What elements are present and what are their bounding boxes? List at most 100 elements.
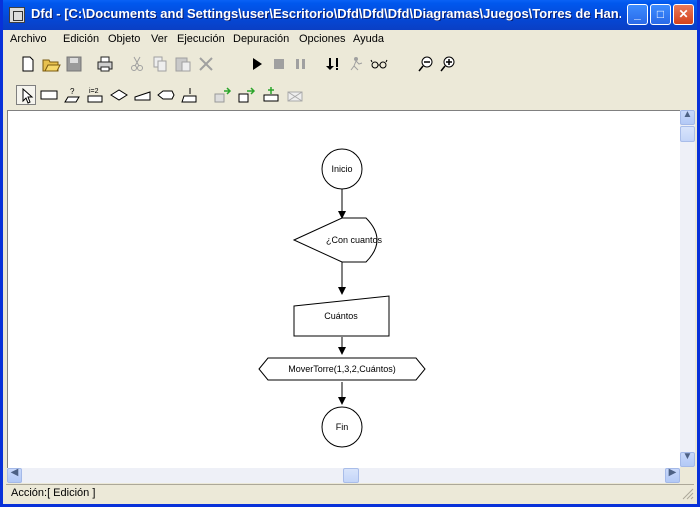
menu-opciones[interactable]: Opciones bbox=[299, 33, 345, 45]
close-icon: ✕ bbox=[678, 7, 689, 21]
delete-button[interactable] bbox=[196, 54, 216, 74]
window-title: Dfd - [C:\Documents and Settings\user\Es… bbox=[31, 6, 621, 21]
subprogram-new-button[interactable] bbox=[261, 85, 281, 105]
watch-button[interactable] bbox=[369, 54, 389, 74]
copy-icon bbox=[153, 56, 167, 72]
minimize-icon: _ bbox=[634, 7, 641, 21]
cycle-button[interactable] bbox=[39, 85, 59, 105]
save-button[interactable] bbox=[64, 54, 84, 74]
menu-ayuda[interactable]: Ayuda bbox=[353, 33, 384, 45]
chevron-left-icon: ◀ bbox=[10, 467, 19, 478]
paste-button[interactable] bbox=[173, 54, 193, 74]
new-icon bbox=[22, 56, 34, 72]
input-label: Cuántos bbox=[324, 311, 358, 321]
stop-icon bbox=[274, 59, 284, 69]
assign-button[interactable] bbox=[179, 85, 199, 105]
for-icon: i=2 bbox=[87, 88, 103, 103]
print-button[interactable] bbox=[95, 54, 115, 74]
main-toolbar bbox=[3, 50, 697, 78]
run-button[interactable] bbox=[247, 54, 267, 74]
pointer-icon bbox=[22, 87, 34, 104]
for-button[interactable]: i=2 bbox=[85, 85, 105, 105]
write-button[interactable] bbox=[133, 85, 153, 105]
decision-button[interactable] bbox=[109, 85, 129, 105]
menu-edicion[interactable]: Edición bbox=[63, 33, 99, 45]
subprogram-delete-button[interactable] bbox=[285, 85, 305, 105]
paste-icon bbox=[175, 57, 191, 72]
cut-button[interactable] bbox=[127, 54, 147, 74]
status-text: Acción:[ Edición ] bbox=[11, 487, 96, 499]
resize-grip-icon[interactable] bbox=[680, 486, 694, 500]
subprogram-delete-icon bbox=[287, 91, 303, 102]
step-button[interactable] bbox=[323, 54, 343, 74]
menu-archivo[interactable]: Archivo bbox=[10, 33, 47, 45]
output-button[interactable] bbox=[156, 85, 176, 105]
open-button[interactable] bbox=[41, 54, 61, 74]
stop-button[interactable] bbox=[269, 54, 289, 74]
zoom-in-button[interactable] bbox=[438, 54, 458, 74]
menu-bar: Archivo Edición Objeto Ver Ejecución Dep… bbox=[3, 30, 697, 48]
minimize-button[interactable]: _ bbox=[627, 4, 648, 25]
cut-icon bbox=[131, 56, 143, 71]
menu-objeto[interactable]: Objeto bbox=[108, 33, 140, 45]
output-icon bbox=[157, 90, 175, 100]
read-node[interactable]: ¿Con cuantos bbox=[292, 217, 383, 263]
scroll-right-button[interactable]: ▶ bbox=[665, 467, 680, 483]
objects-toolbar: ? i=2 bbox=[3, 81, 697, 109]
horizontal-scrollbar[interactable]: ◀ ▶ bbox=[7, 467, 680, 483]
svg-text:?: ? bbox=[70, 87, 75, 96]
call-label: MoverTorre(1,3,2,Cuántos) bbox=[288, 364, 396, 374]
pointer-button[interactable] bbox=[16, 85, 36, 105]
zoom-in-icon bbox=[440, 56, 455, 72]
pause-button[interactable] bbox=[291, 54, 311, 74]
read-label: ¿Con cuantos bbox=[326, 235, 383, 245]
new-button[interactable] bbox=[18, 54, 38, 74]
cycle-icon bbox=[40, 90, 58, 100]
scroll-left-button[interactable]: ◀ bbox=[7, 467, 22, 483]
input-node[interactable]: Cuántos bbox=[293, 295, 390, 337]
close-button[interactable]: ✕ bbox=[673, 4, 694, 25]
zoom-out-button[interactable] bbox=[416, 54, 436, 74]
status-bar: Acción:[ Edición ] bbox=[6, 484, 694, 502]
step-icon bbox=[326, 58, 338, 70]
flowchart: Inicio ¿Con cuantos Cuántos MoverTorre(1… bbox=[258, 148, 426, 448]
watch-icon bbox=[370, 59, 388, 69]
run-icon bbox=[253, 58, 262, 70]
horizontal-scroll-thumb[interactable] bbox=[343, 468, 359, 483]
decision-icon bbox=[110, 89, 128, 101]
subprogram-prev-button[interactable] bbox=[213, 85, 233, 105]
title-bar[interactable]: Dfd - [C:\Documents and Settings\user\Es… bbox=[3, 0, 697, 30]
end-node[interactable]: Fin bbox=[321, 406, 363, 448]
trace-icon bbox=[350, 57, 363, 71]
svg-text:i=2: i=2 bbox=[89, 88, 99, 95]
menu-depuracion[interactable]: Depuración bbox=[233, 33, 289, 45]
subprogram-next-button[interactable] bbox=[237, 85, 257, 105]
end-label: Fin bbox=[336, 422, 349, 432]
scroll-down-button[interactable]: ▼ bbox=[680, 451, 695, 467]
chevron-down-icon: ▼ bbox=[682, 451, 693, 462]
menu-ver[interactable]: Ver bbox=[151, 33, 168, 45]
scroll-corner bbox=[680, 468, 695, 483]
save-icon bbox=[66, 56, 82, 72]
app-icon[interactable] bbox=[9, 7, 25, 23]
read-button[interactable]: ? bbox=[62, 85, 82, 105]
maximize-icon: □ bbox=[656, 7, 665, 21]
chevron-right-icon: ▶ bbox=[668, 467, 677, 478]
menu-ejecucion[interactable]: Ejecución bbox=[177, 33, 225, 45]
vertical-scroll-thumb[interactable] bbox=[680, 126, 695, 142]
diagram-canvas[interactable]: Inicio ¿Con cuantos Cuántos MoverTorre(1… bbox=[7, 110, 680, 468]
write-icon bbox=[134, 91, 151, 101]
trace-button[interactable] bbox=[346, 54, 366, 74]
pause-icon bbox=[296, 59, 305, 69]
subprogram-new-icon bbox=[263, 87, 279, 102]
copy-button[interactable] bbox=[150, 54, 170, 74]
call-node[interactable]: MoverTorre(1,3,2,Cuántos) bbox=[258, 357, 426, 381]
zoom-out-icon bbox=[418, 56, 433, 72]
app-window: Dfd - [C:\Documents and Settings\user\Es… bbox=[0, 0, 700, 507]
subprogram-next-icon bbox=[238, 87, 256, 103]
scroll-up-button[interactable]: ▲ bbox=[680, 109, 695, 125]
vertical-scrollbar[interactable]: ▲ ▼ bbox=[680, 109, 695, 467]
maximize-button[interactable]: □ bbox=[650, 4, 671, 25]
subprogram-prev-icon bbox=[214, 87, 232, 103]
start-node[interactable]: Inicio bbox=[321, 148, 363, 190]
